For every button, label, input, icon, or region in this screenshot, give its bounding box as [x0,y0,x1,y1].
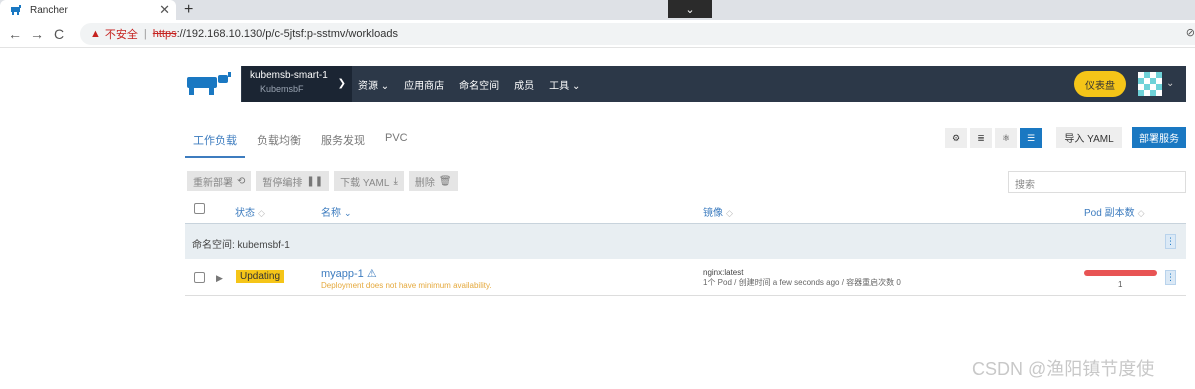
cluster-project-selector[interactable]: kubemsb-smart-1 KubemsbF ❯ [242,66,352,102]
main-nav: 资源 ⌄ 应用商店 命名空间 成员 工具 ⌄ [358,66,595,102]
tab-title: Rancher [30,4,68,16]
nav-members[interactable]: 成员 [514,77,534,92]
chevron-down-icon: ❯ [337,78,346,89]
col-state-label: 状态 [235,208,255,219]
extension-icon[interactable]: ⊘ [1186,26,1195,39]
workload-name-link[interactable]: myapp-1 ⚠ [321,267,377,280]
delete-label: 删除 [414,177,435,189]
download-icon: ⤓ [393,175,398,187]
col-image-label: 镜像 [703,208,723,219]
sort-icon: ◇ [726,208,733,218]
nav-catalog[interactable]: 应用商店 [404,77,444,92]
dashboard-button[interactable]: 仪表盘 [1074,71,1126,97]
rancher-logo-icon [187,72,231,95]
url-field[interactable]: ▲ 不安全 | https ://192.168.10.130/p/c-5jts… [80,22,1195,45]
delete-button[interactable]: 删除 🗑 [408,171,458,191]
browser-tab-bar: Rancher ✕ + ⌄ [0,0,1195,20]
deploy-button[interactable]: 部署服务 [1132,127,1186,148]
gear-icon[interactable]: ⚙ [945,128,967,148]
col-name-label: 名称 [321,208,341,219]
download-label: 下载 YAML [340,177,390,189]
refresh-icon: ⟲ [237,175,246,187]
col-state[interactable]: 状态 ◇ [235,204,265,219]
sort-icon: ◇ [258,208,265,218]
workload-name: myapp-1 [321,268,364,280]
pod-progress-bar [1084,270,1157,276]
insecure-label[interactable]: 不安全 [105,26,138,42]
sort-icon: ⌄ [344,208,352,218]
browser-tab[interactable]: Rancher ✕ [0,0,176,20]
sort-icon: ◇ [1137,208,1145,218]
tab-load-balancing[interactable]: 负载均衡 [249,124,309,158]
more-actions-icon[interactable]: ⋮ [1165,270,1176,285]
trash-icon: 🗑 [438,175,452,187]
tab-search-button[interactable]: ⌄ [668,0,712,18]
pause-button[interactable]: 暂停编排 ❚❚ [256,171,330,191]
import-yaml-button[interactable]: 导入 YAML [1056,127,1122,148]
warning-icon[interactable]: ▲ [90,28,101,40]
new-tab-button[interactable]: + [184,0,193,20]
namespace-label: 命名空间: kubemsbf-1 [192,240,290,251]
col-image[interactable]: 镜像 ◇ [703,204,733,219]
nav-namespaces[interactable]: 命名空间 [459,77,499,92]
view-mode-group: ⚙ ≣ ⚛ ☰ [945,128,1045,148]
tab-workloads[interactable]: 工作负载 [185,124,245,158]
close-tab-icon[interactable]: ✕ [159,2,170,18]
download-yaml-button[interactable]: 下载 YAML ⤓ [334,171,404,191]
pod-count: 1 [1118,280,1123,289]
search-input[interactable]: 搜索 [1008,171,1186,193]
nav-resources[interactable]: 资源 ⌄ [358,77,389,92]
tab-service-discovery[interactable]: 服务发现 [313,124,373,158]
nav-tools[interactable]: 工具 ⌄ [549,77,580,92]
redeploy-label: 重新部署 [193,177,233,189]
status-badge: Updating [236,270,285,283]
workload-warning: Deployment does not have minimum availab… [321,281,492,290]
url-separator: | [143,27,147,40]
url-text: ://192.168.10.130/p/c-5jtsf:p-sstmv/work… [176,27,398,40]
table-row: ▶ Updating myapp-1 ⚠ Deployment does not… [185,260,1186,296]
url-scheme: https [152,27,177,40]
workload-details: 1个 Pod / 创建时间 a few seconds ago / 容器重启次数… [703,278,901,287]
col-pods[interactable]: Pod 副本数 ◇ [1084,204,1145,219]
col-pods-label: Pod 副本数 [1084,208,1135,219]
image-name: nginx:latest [703,268,744,277]
back-button[interactable]: ← [4,26,26,42]
forward-button[interactable]: → [26,26,48,42]
list-view-icon[interactable]: ≣ [970,128,992,148]
chevron-down-icon[interactable]: ⌄ [1166,78,1174,89]
pause-icon: ❚❚ [306,175,324,187]
group-view-icon[interactable]: ☰ [1020,128,1042,148]
tab-pvc[interactable]: PVC [377,124,416,158]
bulk-actions: 重新部署 ⟲ 暂停编排 ❚❚ 下载 YAML ⤓ 删除 🗑 [187,171,463,191]
chevron-down-icon: ⌄ [685,3,695,16]
expand-icon[interactable]: ▶ [216,273,223,284]
redeploy-button[interactable]: 重新部署 ⟲ [187,171,252,191]
watermark: CSDN @渔阳镇节度使 [972,359,1155,379]
node-view-icon[interactable]: ⚛ [995,128,1017,148]
workload-tabs: 工作负载 负载均衡 服务发现 PVC [185,124,420,158]
table-header: 状态 ◇ 名称 ⌄ 镜像 ◇ Pod 副本数 ◇ [185,199,1186,223]
alert-icon: ⚠ [366,268,377,280]
col-name[interactable]: 名称 ⌄ [321,204,352,219]
more-actions-icon[interactable]: ⋮ [1165,234,1176,249]
rancher-logo[interactable] [185,66,241,102]
row-checkbox[interactable] [194,272,205,283]
rancher-favicon-icon [11,5,21,15]
reload-button[interactable]: C [48,26,70,42]
avatar[interactable] [1138,72,1162,96]
pause-label: 暂停编排 [262,177,303,189]
select-all-checkbox[interactable] [194,203,205,214]
namespace-group-row: 命名空间: kubemsbf-1 ⋮ [185,223,1186,259]
address-bar-row: ← → C ▲ 不安全 | https ://192.168.10.130/p/… [0,20,1195,48]
